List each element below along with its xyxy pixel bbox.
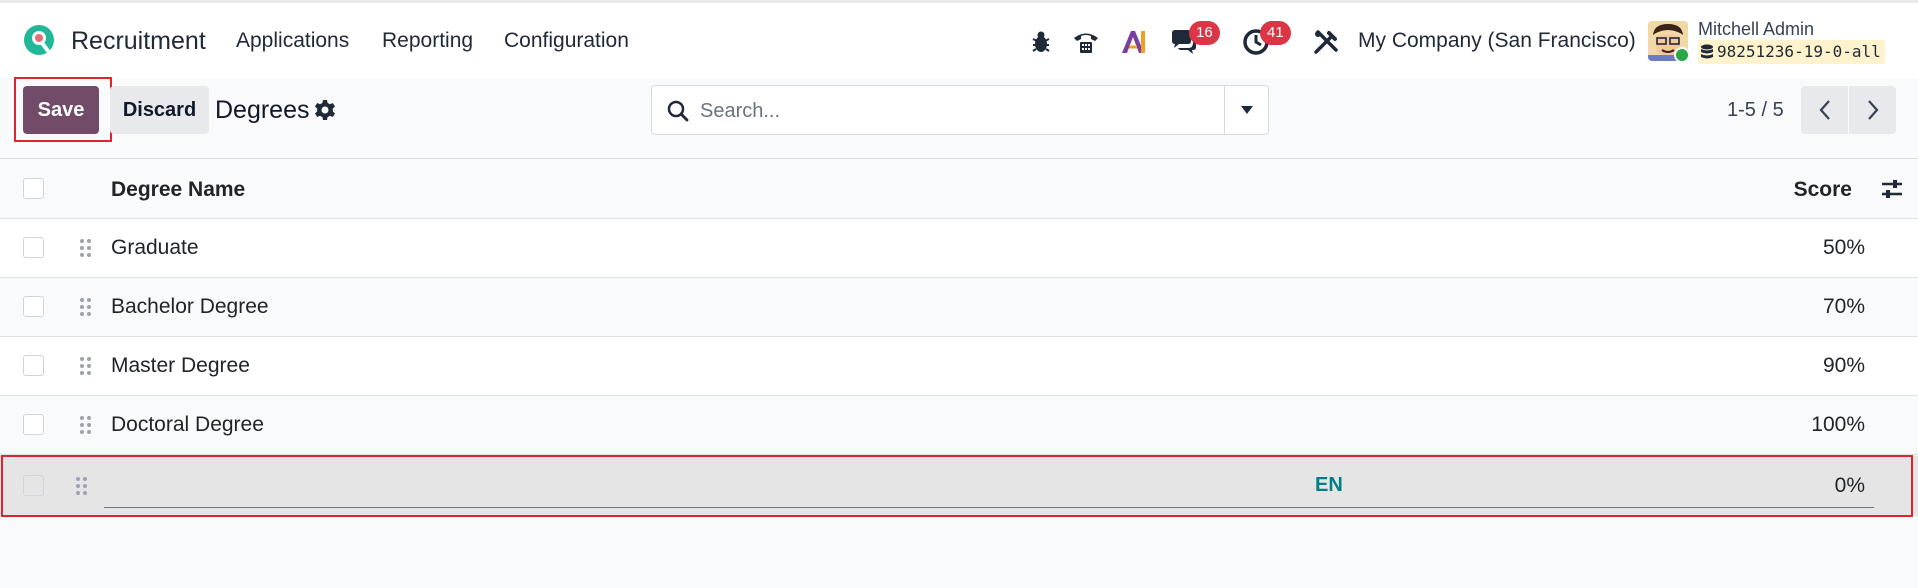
pager-previous-button[interactable]: [1801, 86, 1848, 134]
discard-button[interactable]: Discard: [110, 86, 209, 134]
pager-next-button[interactable]: [1849, 86, 1896, 134]
user-name[interactable]: Mitchell Admin: [1698, 19, 1814, 40]
search-options-toggle[interactable]: [1224, 85, 1269, 135]
degree-name-cell[interactable]: Master Degree: [111, 354, 250, 378]
drag-handle-icon[interactable]: [79, 415, 93, 435]
save-button[interactable]: Save: [23, 86, 99, 134]
chevron-left-icon: [1819, 100, 1830, 120]
chat-badge: 16: [1189, 21, 1220, 45]
drag-handle-icon[interactable]: [79, 356, 93, 376]
database-name-text: 98251236-19-0-all: [1717, 42, 1881, 61]
app-name[interactable]: Recruitment: [71, 27, 206, 56]
menu-reporting[interactable]: Reporting: [382, 29, 473, 53]
table-row[interactable]: Graduate 50%: [0, 219, 1918, 278]
drag-handle-icon[interactable]: [79, 238, 93, 258]
company-switcher[interactable]: My Company (San Francisco): [1358, 29, 1636, 53]
search-input[interactable]: [700, 95, 1250, 127]
list-header: Degree Name Score: [0, 158, 1918, 219]
score-cell[interactable]: 90%: [1823, 354, 1865, 378]
search-box: [651, 85, 1269, 135]
menu-applications[interactable]: Applications: [236, 29, 349, 53]
score-cell[interactable]: 100%: [1811, 413, 1865, 437]
caret-down-icon: [1241, 106, 1253, 114]
row-checkbox[interactable]: [23, 296, 44, 317]
top-navbar: Recruitment Applications Reporting Confi…: [0, 0, 1918, 78]
pager-value[interactable]: 1-5 / 5: [1727, 99, 1784, 122]
score-cell[interactable]: 50%: [1823, 236, 1865, 260]
app-logo-icon[interactable]: [22, 23, 56, 57]
gear-icon[interactable]: [313, 98, 337, 122]
search-icon: [667, 100, 689, 122]
column-settings-icon[interactable]: [1880, 177, 1904, 201]
score-cell[interactable]: 70%: [1823, 295, 1865, 319]
database-icon: [1701, 44, 1713, 59]
page-title: Degrees: [215, 96, 310, 124]
row-checkbox[interactable]: [23, 414, 44, 435]
table-row[interactable]: Bachelor Degree 70%: [0, 278, 1918, 337]
menu-configuration[interactable]: Configuration: [504, 29, 629, 53]
row-checkbox[interactable]: [23, 355, 44, 376]
column-header-score[interactable]: Score: [1794, 178, 1852, 202]
tools-icon[interactable]: [1311, 27, 1341, 57]
chevron-right-icon: [1867, 100, 1878, 120]
table-row[interactable]: Doctoral Degree 100%: [0, 396, 1918, 455]
column-header-degree-name[interactable]: Degree Name: [111, 178, 245, 202]
database-name: 98251236-19-0-all: [1698, 40, 1885, 64]
edit-row-highlight-box: [1, 455, 1913, 517]
activity-badge: 41: [1260, 21, 1291, 45]
bug-icon[interactable]: [1026, 27, 1056, 57]
ai-icon[interactable]: [1119, 27, 1149, 57]
select-all-checkbox[interactable]: [23, 178, 44, 199]
table-row[interactable]: Master Degree 90%: [0, 337, 1918, 396]
degree-name-cell[interactable]: Bachelor Degree: [111, 295, 269, 319]
drag-handle-icon[interactable]: [79, 297, 93, 317]
phone-icon[interactable]: [1071, 27, 1101, 57]
degree-name-cell[interactable]: Graduate: [111, 236, 199, 260]
degree-name-cell[interactable]: Doctoral Degree: [111, 413, 264, 437]
row-checkbox[interactable]: [23, 237, 44, 258]
online-status-icon: [1674, 47, 1690, 63]
